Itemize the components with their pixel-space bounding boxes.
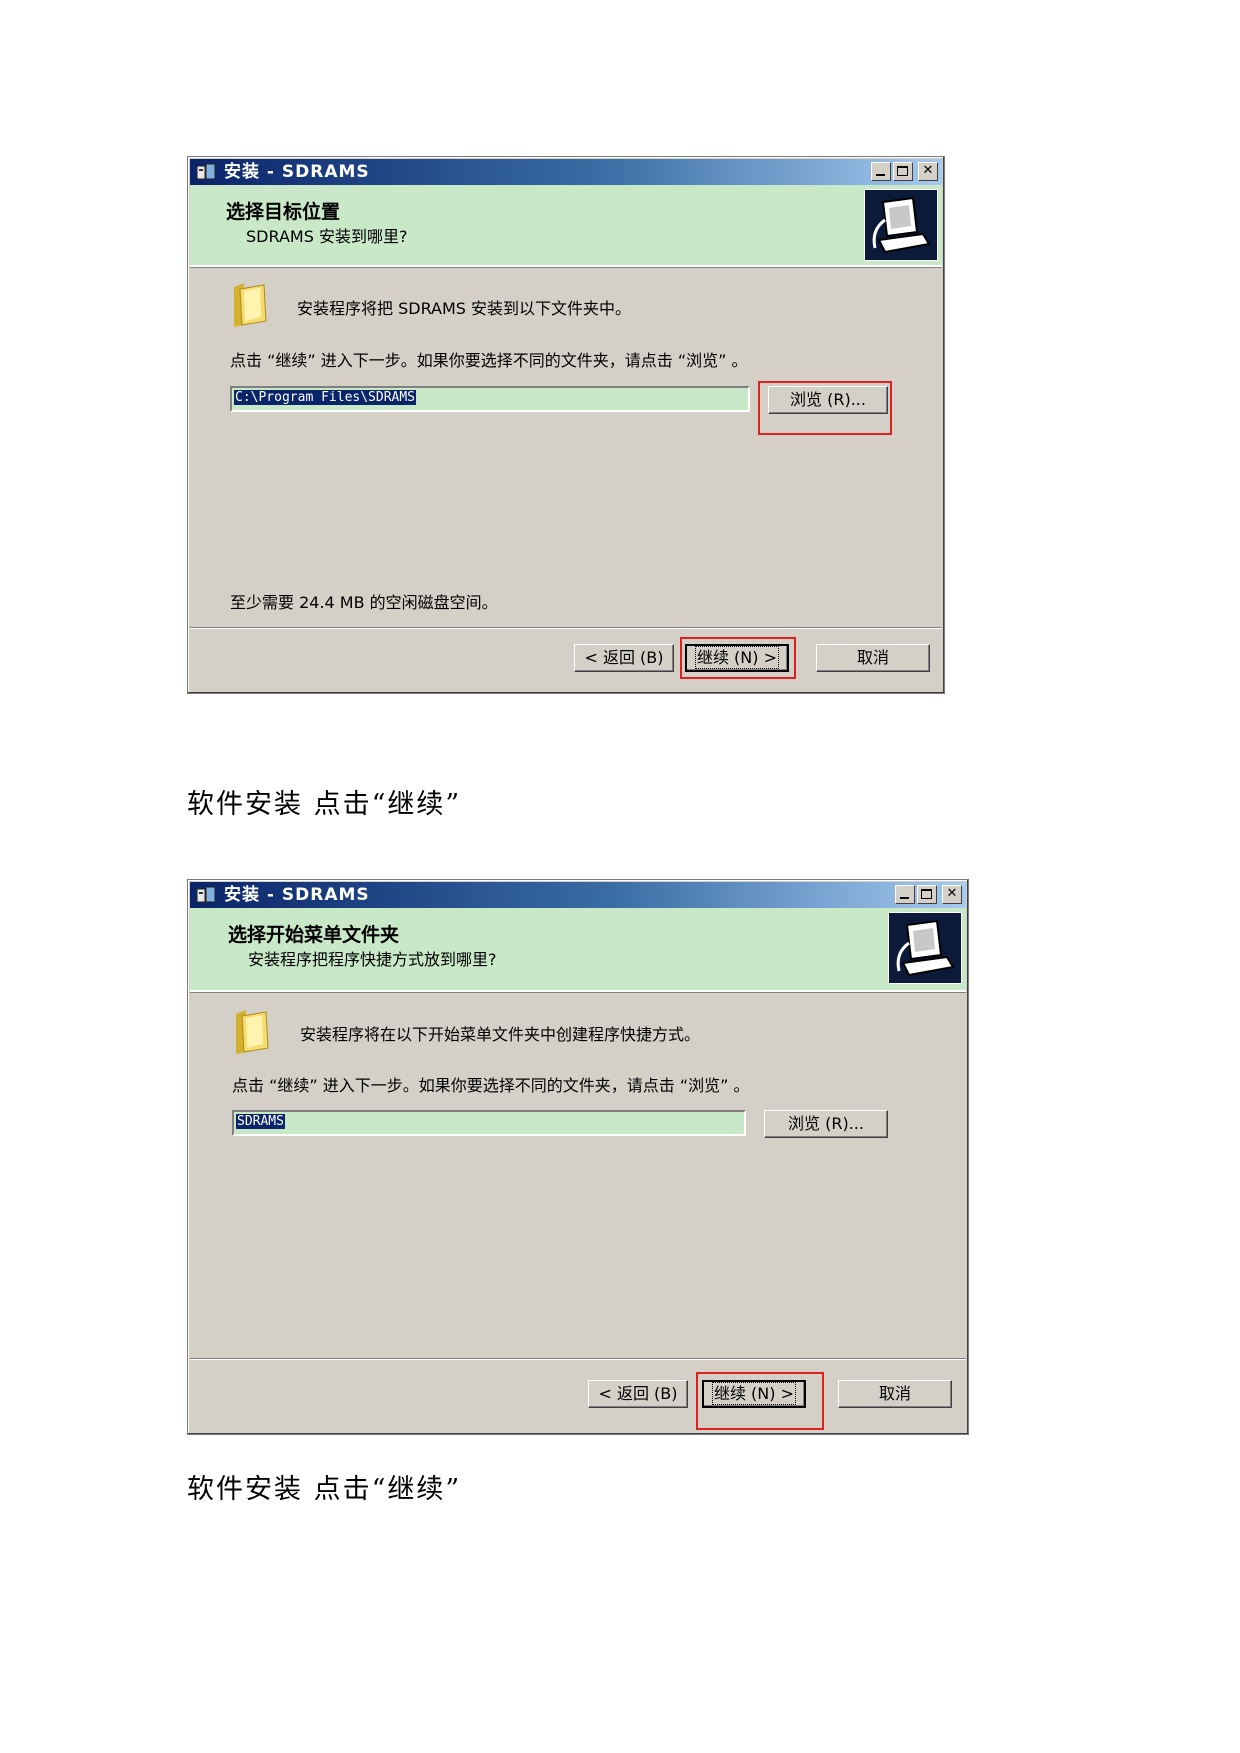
close-button[interactable]: ✕ bbox=[942, 885, 962, 904]
maximize-icon bbox=[897, 166, 908, 176]
install-path-field[interactable]: C:\Program Files\SDRAMS bbox=[230, 386, 750, 412]
cancel-label: 取消 bbox=[878, 1384, 911, 1403]
folder-icon bbox=[236, 1010, 269, 1054]
wizard-header: 选择目标位置 SDRAMS 安装到哪里? bbox=[190, 185, 942, 267]
minimize-icon bbox=[900, 897, 909, 899]
browse-button[interactable]: 浏览 (R)... bbox=[764, 1110, 888, 1138]
back-button[interactable]: < 返回 (B) bbox=[574, 644, 674, 672]
info-text: 安装程序将在以下开始菜单文件夹中创建程序快捷方式。 bbox=[300, 1025, 701, 1044]
page-subtitle: 安装程序把程序快捷方式放到哪里? bbox=[248, 950, 497, 969]
title-bar[interactable]: 安装 - SDRAMS ✕ bbox=[190, 882, 966, 908]
footer-divider bbox=[190, 1358, 966, 1360]
install-path-value: C:\Program Files\SDRAMS bbox=[234, 390, 417, 405]
cancel-label: 取消 bbox=[856, 648, 889, 667]
cancel-button[interactable]: 取消 bbox=[838, 1380, 952, 1408]
maximize-icon bbox=[921, 889, 932, 899]
window-title: 安装 - SDRAMS bbox=[224, 885, 370, 905]
folder-icon bbox=[234, 283, 267, 327]
highlight-box-next bbox=[680, 637, 796, 679]
page-subtitle: SDRAMS 安装到哪里? bbox=[246, 227, 408, 246]
window-title: 安装 - SDRAMS bbox=[224, 162, 370, 182]
browse-label: 浏览 (R)... bbox=[788, 1114, 864, 1133]
computer-install-icon bbox=[888, 912, 962, 984]
close-icon: ✕ bbox=[946, 886, 958, 901]
info-text: 安装程序将把 SDRAMS 安装到以下文件夹中。 bbox=[297, 299, 632, 318]
page-title: 选择开始菜单文件夹 bbox=[228, 924, 400, 946]
setup-dialog-destination: 安装 - SDRAMS ✕ 选择目标位置 SDRAMS 安装到哪里? 安装程序将… bbox=[187, 156, 945, 694]
wizard-header: 选择开始菜单文件夹 安装程序把程序快捷方式放到哪里? bbox=[190, 908, 966, 992]
disk-space-text: 至少需要 24.4 MB 的空闲磁盘空间。 bbox=[230, 593, 498, 612]
minimize-button[interactable] bbox=[871, 162, 891, 181]
start-menu-folder-value: SDRAMS bbox=[236, 1114, 285, 1129]
back-label: < 返回 (B) bbox=[584, 648, 664, 667]
back-button[interactable]: < 返回 (B) bbox=[588, 1380, 688, 1408]
setup-app-icon bbox=[196, 886, 216, 903]
minimize-button[interactable] bbox=[895, 885, 915, 904]
minimize-icon bbox=[876, 174, 885, 176]
maximize-button[interactable] bbox=[917, 885, 937, 904]
close-icon: ✕ bbox=[922, 163, 934, 178]
page-title: 选择目标位置 bbox=[226, 201, 341, 223]
setup-dialog-start-menu: 安装 - SDRAMS ✕ 选择开始菜单文件夹 安装程序把程序快捷方式放到哪里? bbox=[187, 879, 969, 1435]
maximize-button[interactable] bbox=[893, 162, 913, 181]
caption-1: 软件安装 点击“继续” bbox=[187, 789, 462, 820]
back-label: < 返回 (B) bbox=[598, 1384, 678, 1403]
highlight-box-browse bbox=[758, 381, 892, 435]
setup-app-icon bbox=[196, 163, 216, 180]
close-button[interactable]: ✕ bbox=[918, 162, 938, 181]
start-menu-folder-field[interactable]: SDRAMS bbox=[232, 1110, 746, 1136]
title-bar[interactable]: 安装 - SDRAMS ✕ bbox=[190, 159, 942, 185]
highlight-box-next bbox=[696, 1372, 824, 1430]
footer-divider bbox=[190, 627, 942, 629]
cancel-button[interactable]: 取消 bbox=[816, 644, 930, 672]
instruction-text: 点击 “继续” 进入下一步。如果你要选择不同的文件夹，请点击 “浏览” 。 bbox=[232, 1076, 750, 1095]
computer-install-icon bbox=[864, 189, 938, 261]
instruction-text: 点击 “继续” 进入下一步。如果你要选择不同的文件夹，请点击 “浏览” 。 bbox=[230, 351, 748, 370]
caption-2: 软件安装 点击“继续” bbox=[187, 1474, 462, 1505]
